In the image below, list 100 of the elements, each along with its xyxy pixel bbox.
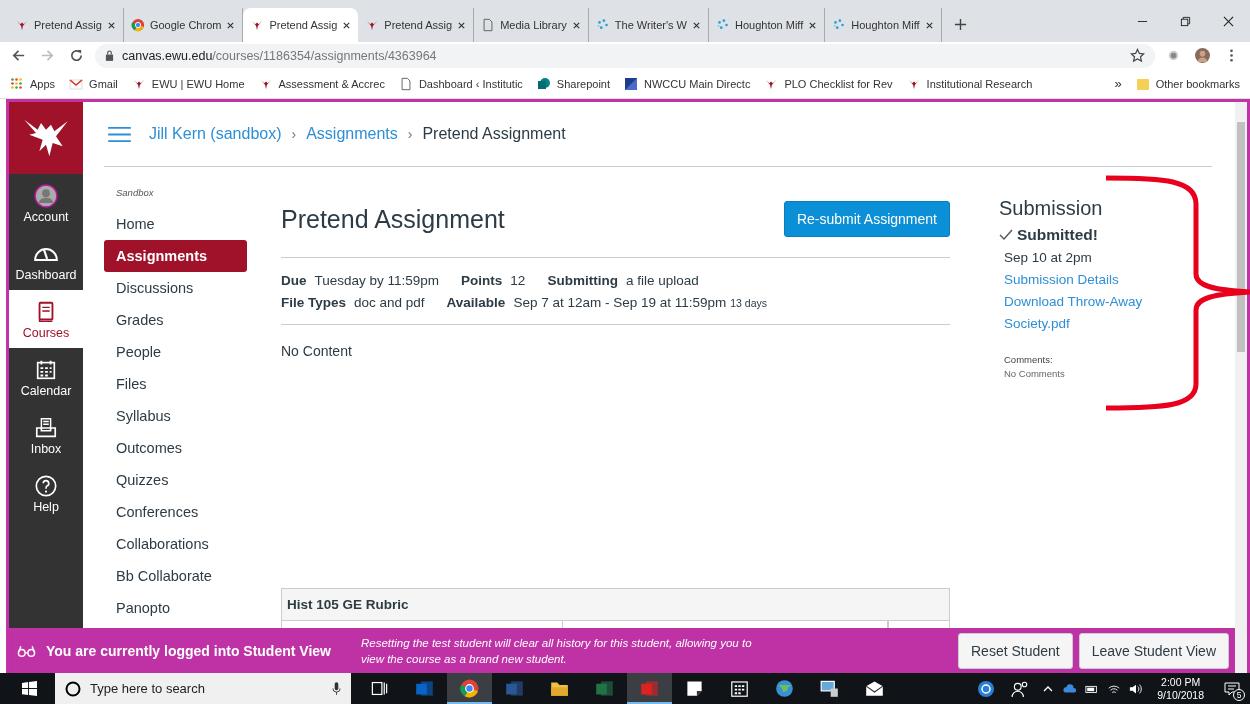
resubmit-button[interactable]: Re-submit Assignment [783,201,950,237]
bookmark[interactable]: Institutional Research [906,76,1033,91]
course-nav-item[interactable]: Home [104,208,247,240]
global-nav-item[interactable]: Calendar [9,348,83,406]
browser-tab[interactable]: Pretend Assig [8,8,124,42]
app-icon [595,679,614,698]
taskbar-search-field[interactable]: Type here to search [55,673,351,704]
bookmark[interactable]: EWU | EWU Home [131,76,245,91]
bookmark[interactable]: Apps [10,76,56,91]
mail-icon [69,76,84,91]
comments-text: No Comments [1004,368,1066,379]
back-icon[interactable] [11,48,26,63]
envelope-icon [865,679,884,698]
submission-details-link[interactable]: Submission Details [1004,269,1179,291]
bookmark[interactable]: Assessment & Accrec [258,76,385,91]
course-nav-item[interactable]: Conferences [104,496,247,528]
close-icon[interactable] [226,20,236,30]
global-nav-item[interactable]: Dashboard [9,232,83,290]
close-icon[interactable] [808,20,818,30]
download-link[interactable]: Download Throw-Away Society.pdf [1004,291,1179,335]
sharepoint-icon [536,76,551,91]
address-field[interactable]: canvas.ewu.edu/courses/1186354/assignments/4363964 [95,43,1155,68]
detail-label: Submitting [547,272,618,290]
new-tab-icon[interactable] [953,18,967,31]
bookmark-folder[interactable]: Other bookmarks [1135,76,1240,91]
global-nav-item[interactable]: Courses [9,290,83,348]
course-nav-item[interactable]: Files [104,368,247,400]
detail-value: 12 [510,272,526,290]
reload-icon[interactable] [69,48,84,63]
browser-tab[interactable]: Pretend Assig [358,8,475,42]
assignment-description: No Content [281,343,353,359]
course-nav-item[interactable]: Grades [104,304,247,336]
close-icon[interactable] [342,20,352,30]
close-icon[interactable] [457,20,467,30]
global-nav-item[interactable]: Account [9,174,83,232]
browser-tab[interactable]: Houghton Miff [709,8,826,42]
extension-icon[interactable] [1166,48,1181,63]
bookmark[interactable]: NWCCU Main Directc [624,76,751,91]
detail-value: doc and pdf [354,294,425,312]
page-icon [398,76,413,91]
taskbar-app[interactable] [447,673,492,704]
scrollbar[interactable] [1235,102,1247,628]
bookmark[interactable]: Dashboard ‹ Institutic [398,76,523,91]
taskbar-clock[interactable]: 2:00 PM 9/10/2018 [1157,675,1204,702]
student-view-button[interactable]: Leave Student View [1078,632,1229,669]
notification-icon [1224,680,1240,697]
inbox-icon [34,415,58,440]
scrollbar[interactable] [1235,628,1247,673]
browser-tab[interactable]: The Writer's W [588,8,709,42]
close-icon[interactable] [106,20,116,30]
bookmark[interactable]: Sharepoint [536,76,611,91]
close-icon[interactable] [692,20,701,30]
volume-icon[interactable] [1129,682,1144,695]
course-nav-item[interactable]: Syllabus [104,400,247,432]
circle-icon [65,680,81,697]
bookmark[interactable]: PLO Checklist for Rev [764,76,893,91]
gauge-icon [34,247,58,261]
global-nav-item[interactable]: Inbox [9,406,83,464]
course-nav-item[interactable]: Bb Collaborate [104,560,247,592]
microphone-icon[interactable] [332,681,341,696]
chrome-icon [130,18,145,32]
breadcrumb[interactable]: Assignments [306,125,398,143]
scroll-thumb[interactable] [1237,122,1245,352]
windows-start-icon[interactable] [22,681,37,696]
bookmark[interactable]: Gmail [69,76,118,91]
browser-tab[interactable]: Media Library [474,8,589,42]
global-nav-item[interactable]: Help [9,464,83,522]
folder-icon [1135,76,1150,91]
more-bookmarks[interactable]: » [1114,76,1122,91]
detail-value: Tuesday by 11:59pm [314,272,440,290]
profile-icon[interactable] [1195,48,1210,63]
checkmark-icon [999,229,1013,241]
cloud-icon[interactable] [1063,682,1078,695]
help-icon[interactable] [977,679,996,698]
close-icon[interactable] [924,20,934,30]
student-view-message: You are currently logged into Student View [46,642,331,659]
star-icon[interactable] [1130,48,1145,63]
student-view-note: Resetting the test student will clear all history for this student, allowing you to view the course as a brand new student. [360,635,753,667]
course-nav-item[interactable]: Discussions [104,272,247,304]
menu-icon[interactable] [108,125,131,143]
app-icon [415,679,434,698]
browser-tab[interactable]: Pretend Assig [243,8,359,42]
logo[interactable] [9,102,83,174]
close-icon[interactable] [1223,16,1234,27]
breadcrumb[interactable]: Jill Kern (sandbox) [149,125,282,143]
student-view-button[interactable]: Reset Student [958,632,1073,669]
lock-icon [105,50,114,61]
course-nav-item[interactable]: Outcomes [104,432,247,464]
detail-label: Due [281,272,307,290]
notification-button[interactable]: 5 [1214,673,1250,704]
browser-tab[interactable]: Houghton Miff [825,8,942,42]
course-nav-item[interactable]: Panopto [104,592,247,624]
close-icon[interactable] [571,20,581,30]
course-nav-item[interactable]: People [104,336,247,368]
breadcrumb-separator: › [291,126,297,142]
people-icon[interactable] [1011,679,1030,698]
course-nav-item[interactable]: Assignments [104,240,247,272]
course-nav-item[interactable]: Quizzes [104,464,247,496]
restore-icon[interactable] [1180,16,1191,27]
course-nav-item[interactable]: Collaborations [104,528,247,560]
